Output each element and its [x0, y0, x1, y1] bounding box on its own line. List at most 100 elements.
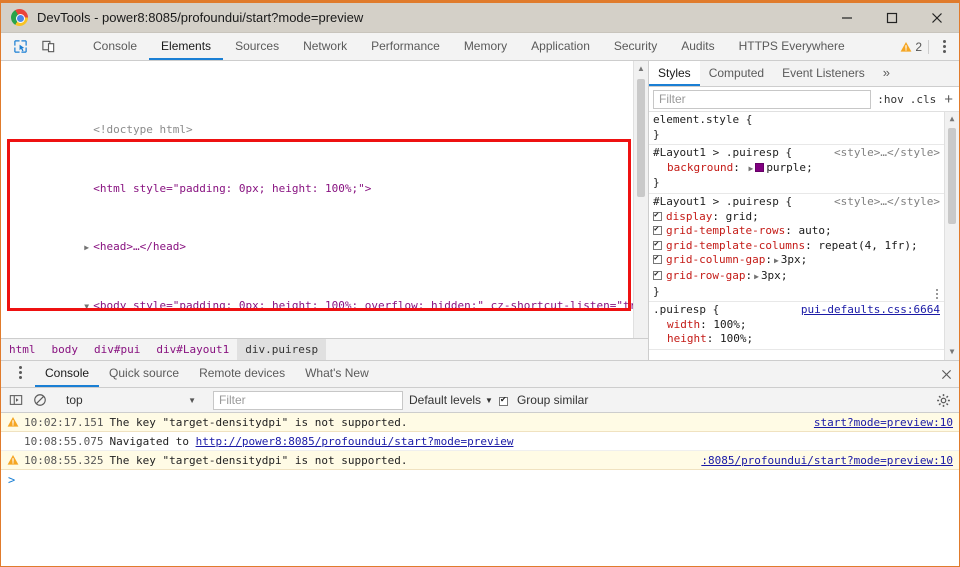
tab-console[interactable]: Console — [81, 33, 149, 60]
expand-arrow-icon[interactable]: ▶ — [84, 241, 93, 256]
property-value[interactable]: 3px — [781, 253, 801, 268]
console-sidebar-icon[interactable] — [7, 391, 25, 409]
property-enabled-checkbox[interactable] — [653, 253, 662, 265]
property-value[interactable]: 100% — [720, 332, 747, 347]
message-source-link[interactable]: start?mode=preview:10 — [802, 416, 953, 429]
drawer-kebab-icon[interactable] — [9, 361, 31, 383]
group-similar-toggle[interactable]: Group similar — [498, 393, 588, 407]
tab-security[interactable]: Security — [602, 33, 669, 60]
console-message-info[interactable]: 10:08:55.075 Navigated to http://power8:… — [1, 432, 959, 451]
log-levels-select[interactable]: Default levels ▼ — [409, 393, 493, 407]
inspect-element-icon[interactable] — [9, 36, 31, 58]
new-style-rule-button[interactable]: + — [942, 92, 955, 107]
style-rule-selector[interactable]: element.style { — [653, 113, 752, 128]
style-declaration[interactable]: grid-column-gap:▶3px; — [649, 253, 944, 269]
property-value[interactable]: auto — [798, 224, 825, 239]
tab-sources[interactable]: Sources — [223, 33, 291, 60]
maximize-button[interactable] — [869, 3, 914, 32]
property-value[interactable]: 100% — [713, 318, 740, 333]
style-rule-selector[interactable]: #Layout1 > .puiresp { — [653, 195, 792, 210]
warning-counter[interactable]: 2 — [900, 39, 929, 54]
breadcrumb-item-puiresp[interactable]: div.puiresp — [237, 339, 327, 360]
style-declaration[interactable]: height: 100%; — [649, 332, 944, 347]
property-name[interactable]: grid-template-rows — [666, 224, 785, 239]
property-enabled-checkbox[interactable] — [653, 210, 662, 221]
property-value[interactable]: grid — [726, 210, 753, 225]
property-enabled-checkbox[interactable] — [653, 224, 662, 236]
scrollbar-thumb[interactable] — [637, 79, 645, 197]
property-name[interactable]: grid-template-columns — [666, 239, 805, 254]
style-rule-selector[interactable]: .puiresp { — [653, 303, 719, 318]
breadcrumb-item-layout1[interactable]: div#Layout1 — [148, 339, 237, 360]
styles-more-tabs-icon[interactable]: » — [874, 61, 899, 86]
styles-scrollbar-thumb[interactable] — [948, 128, 956, 224]
drawer-tab-quick-source[interactable]: Quick source — [99, 361, 189, 387]
property-value[interactable]: 3px — [761, 269, 781, 284]
drawer-tab-whats-new[interactable]: What's New — [295, 361, 379, 387]
tab-performance[interactable]: Performance — [359, 33, 452, 60]
property-name[interactable]: display — [666, 210, 712, 225]
group-similar-checkbox[interactable] — [498, 395, 508, 406]
dom-tree-scrollbar[interactable]: ▲ ▼ — [633, 61, 648, 360]
console-filter-input[interactable]: Filter — [213, 390, 403, 410]
style-declaration[interactable]: grid-template-columns: repeat(4, 1fr); — [649, 239, 944, 254]
styles-scroll-up-icon[interactable]: ▲ — [945, 112, 959, 127]
expand-shorthand-icon[interactable]: ▶ — [772, 254, 781, 269]
style-declaration[interactable]: grid-template-rows: auto; — [649, 224, 944, 239]
hov-toggle[interactable]: :hov — [877, 93, 904, 106]
property-name[interactable]: grid-column-gap — [666, 253, 765, 268]
tab-network[interactable]: Network — [291, 33, 359, 60]
dom-line[interactable]: ▶ <head>…</head> — [1, 226, 648, 253]
property-name[interactable]: height — [667, 332, 707, 347]
property-value[interactable]: repeat(4, 1fr) — [818, 239, 911, 254]
expand-shorthand-icon[interactable]: ▶ — [752, 270, 761, 285]
console-message-warning[interactable]: 10:08:55.325 The key "target-densitydpi"… — [1, 451, 959, 470]
console-settings-icon[interactable] — [933, 390, 953, 410]
styles-filter-input[interactable]: Filter — [653, 89, 872, 109]
property-name[interactable]: grid-row-gap — [666, 269, 745, 284]
tab-elements[interactable]: Elements — [149, 33, 224, 60]
message-source-link[interactable]: :8085/profoundui/start?mode=preview:10 — [689, 454, 953, 467]
dom-line[interactable]: <!doctype html> — [1, 109, 648, 136]
dom-line[interactable]: ▼ <body style="padding: 0px; height: 100%… — [1, 284, 648, 312]
style-declaration[interactable]: background: ▶ purple; — [649, 161, 944, 177]
property-name[interactable]: background — [667, 161, 733, 176]
device-toolbar-icon[interactable] — [37, 36, 59, 58]
tab-audits[interactable]: Audits — [669, 33, 726, 60]
color-swatch[interactable] — [755, 162, 765, 172]
tab-memory[interactable]: Memory — [452, 33, 519, 60]
console-prompt[interactable]: > — [1, 470, 959, 490]
expand-shorthand-icon[interactable]: ▶ — [746, 162, 755, 177]
minimize-button[interactable] — [824, 3, 869, 32]
close-drawer-icon[interactable] — [933, 361, 959, 387]
tab-event-listeners[interactable]: Event Listeners — [773, 61, 874, 86]
scroll-up-arrow-icon[interactable]: ▲ — [634, 61, 648, 76]
close-button[interactable] — [914, 3, 959, 32]
style-rule-origin[interactable]: <style>…</style> — [834, 195, 944, 210]
kebab-menu-icon[interactable] — [933, 36, 955, 58]
property-enabled-checkbox[interactable] — [653, 269, 662, 280]
execution-context-select[interactable]: top ▼ — [66, 393, 196, 407]
style-declaration[interactable]: display: grid; — [649, 210, 944, 225]
property-value[interactable]: purple — [766, 161, 806, 176]
style-declaration[interactable]: width: 100%; — [649, 318, 944, 333]
drawer-tab-remote-devices[interactable]: Remote devices — [189, 361, 295, 387]
style-rule-selector[interactable]: #Layout1 > .puiresp { — [653, 146, 792, 161]
tab-application[interactable]: Application — [519, 33, 602, 60]
collapse-arrow-icon[interactable]: ▼ — [84, 300, 93, 315]
clear-console-icon[interactable] — [31, 391, 49, 409]
dom-line[interactable]: <html style="padding: 0px; height: 100%;… — [1, 167, 648, 195]
console-message-warning[interactable]: 10:02:17.151 The key "target-densitydpi"… — [1, 413, 959, 432]
tab-https-everywhere[interactable]: HTTPS Everywhere — [727, 33, 857, 60]
style-rule-origin[interactable]: <style>…</style> — [834, 146, 944, 161]
property-enabled-checkbox[interactable] — [653, 239, 662, 250]
breadcrumb-item-body[interactable]: body — [44, 339, 87, 360]
breadcrumb-item-html[interactable]: html — [1, 339, 44, 360]
cls-toggle[interactable]: .cls — [910, 93, 937, 106]
tab-styles[interactable]: Styles — [649, 61, 700, 86]
styles-scroll-down-icon[interactable]: ▼ — [945, 345, 959, 360]
style-rule-source-link[interactable]: pui-defaults.css:6664 — [801, 303, 944, 318]
tab-computed[interactable]: Computed — [700, 61, 773, 86]
drawer-tab-console[interactable]: Console — [35, 361, 100, 387]
style-declaration[interactable]: grid-row-gap:▶3px; — [649, 269, 944, 285]
